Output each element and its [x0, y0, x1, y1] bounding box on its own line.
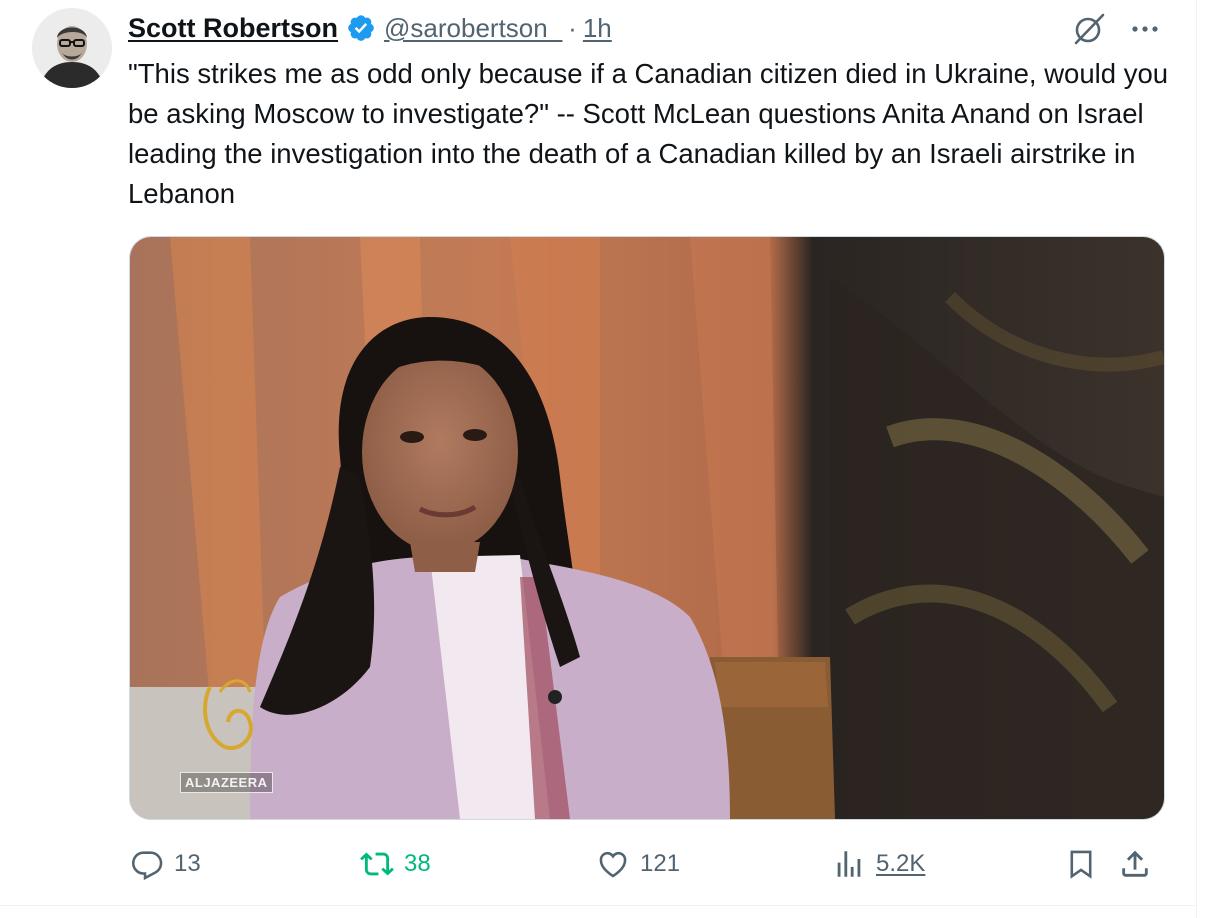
views-icon: [837, 851, 861, 877]
broadcaster-watermark: ALJAZEERA: [180, 772, 273, 793]
like-count: 121: [640, 850, 681, 877]
repost-count: 38: [404, 850, 431, 877]
share-button[interactable]: [1118, 842, 1162, 886]
action-bar: 13 38 121 5.2K: [128, 842, 1168, 886]
video-player[interactable]: [129, 236, 1165, 820]
verified-badge-icon[interactable]: [346, 13, 376, 43]
avatar[interactable]: [32, 8, 112, 88]
timestamp-link[interactable]: 1h: [583, 13, 612, 44]
timeline-right-border: [1196, 0, 1197, 918]
tweet-divider: [0, 905, 1197, 906]
grok-icon[interactable]: [1070, 10, 1108, 48]
bookmark-button[interactable]: [1064, 842, 1108, 886]
reply-icon: [131, 851, 163, 881]
tweet-text: "This strikes me as odd only because if …: [128, 58, 1169, 209]
views-button[interactable]: 5.2K: [832, 842, 925, 886]
views-count: 5.2K: [876, 850, 926, 877]
handle-link[interactable]: @sarobertson_: [384, 13, 562, 44]
like-icon: [599, 851, 627, 878]
display-name[interactable]: Scott Robertson: [128, 13, 338, 44]
repost-icon: [360, 852, 394, 876]
separator-dot: ·: [568, 12, 577, 43]
tweet-header: Scott Robertson @sarobertson_ · 1h: [128, 8, 612, 48]
bookmark-icon: [1070, 850, 1092, 879]
like-button[interactable]: 121: [596, 842, 680, 886]
reply-count: 13: [174, 850, 201, 877]
repost-button[interactable]: 38: [360, 842, 431, 886]
reply-button[interactable]: 13: [130, 842, 201, 886]
more-icon[interactable]: [1128, 12, 1162, 46]
share-icon: [1122, 850, 1148, 877]
video-frame: [130, 237, 1164, 819]
